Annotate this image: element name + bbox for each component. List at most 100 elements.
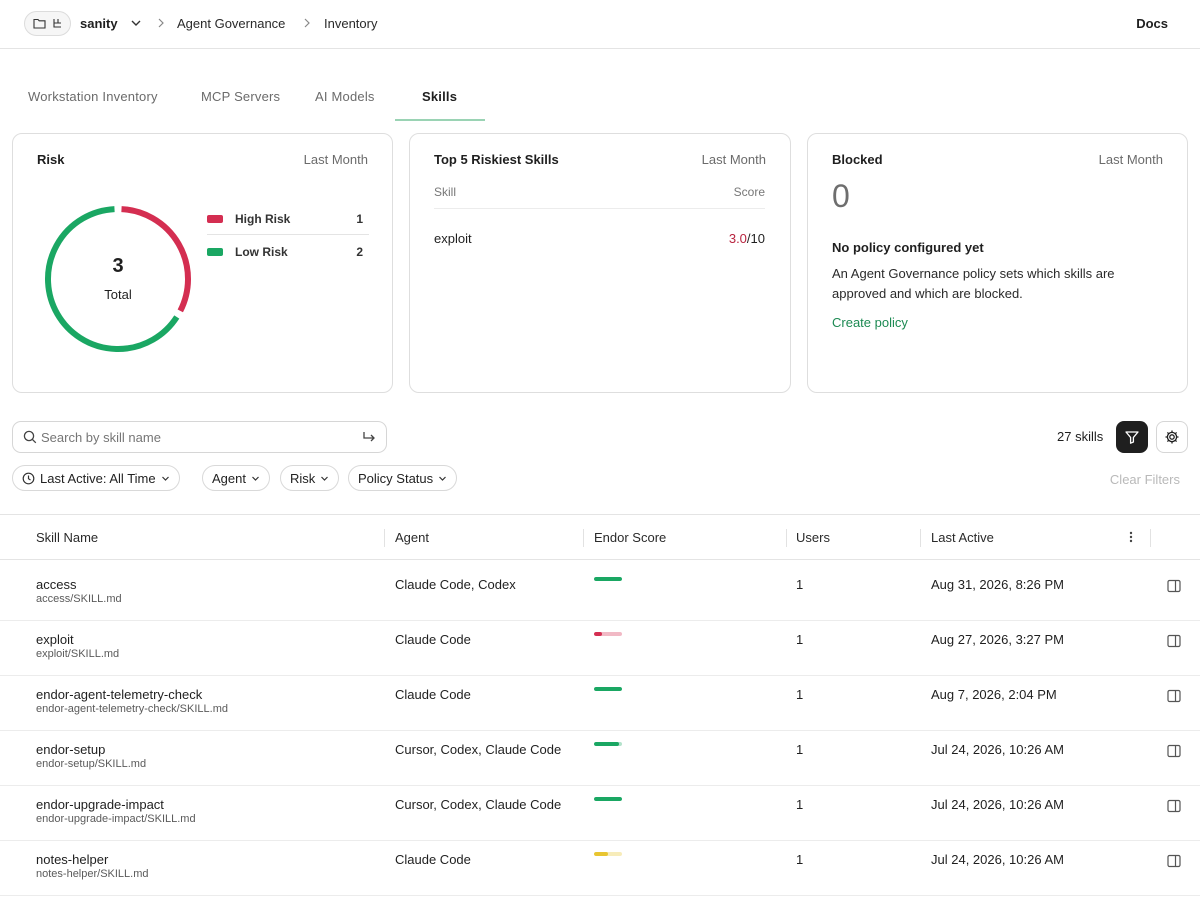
hierarchy-icon bbox=[52, 19, 61, 28]
risk-donut-chart bbox=[45, 206, 191, 352]
empty-state-description: An Agent Governance policy sets which sk… bbox=[832, 266, 1115, 301]
filter-last-active[interactable]: Last Active: All Time bbox=[12, 465, 180, 491]
blocked-count: 0 bbox=[832, 178, 850, 214]
table-row[interactable]: endor-agent-telemetry-check endor-agent-… bbox=[0, 676, 1200, 731]
table-row[interactable]: endor-upgrade-impact endor-upgrade-impac… bbox=[0, 786, 1200, 841]
column-divider[interactable] bbox=[786, 529, 787, 547]
users-cell: 1 bbox=[796, 577, 804, 592]
col-skill-name[interactable]: Skill Name bbox=[36, 530, 98, 545]
workspace-name[interactable]: sanity bbox=[80, 16, 118, 31]
endor-score-bar bbox=[594, 577, 622, 581]
column-divider[interactable] bbox=[920, 529, 921, 547]
skill-name[interactable]: notes-helper bbox=[36, 852, 108, 867]
agent-cell: Cursor, Codex, Claude Code bbox=[395, 742, 562, 757]
tab-mcp-servers[interactable]: MCP Servers bbox=[201, 89, 280, 104]
skill-path: endor-agent-telemetry-check/SKILL.md bbox=[36, 703, 228, 715]
legend-label: Low Risk bbox=[235, 245, 288, 259]
card-title: Top 5 Riskiest Skills bbox=[434, 152, 559, 167]
column-divider[interactable] bbox=[384, 529, 385, 547]
skill-path: notes-helper/SKILL.md bbox=[36, 868, 149, 880]
card-period: Last Month bbox=[303, 152, 368, 167]
table-row[interactable]: exploit exploit/SKILL.md Claude Code 1 A… bbox=[0, 621, 1200, 676]
settings-button[interactable] bbox=[1156, 421, 1188, 453]
breadcrumb-inventory[interactable]: Inventory bbox=[324, 16, 377, 31]
col-users[interactable]: Users bbox=[796, 530, 830, 545]
skill-path: access/SKILL.md bbox=[36, 593, 122, 605]
last-active-cell: Aug 7, 2026, 2:04 PM bbox=[931, 687, 1057, 702]
col-endor-score[interactable]: Endor Score bbox=[594, 530, 666, 545]
chevron-right-icon bbox=[158, 18, 164, 28]
top5-header: Skill Score bbox=[434, 185, 765, 209]
column-menu-icon[interactable] bbox=[1124, 530, 1138, 544]
agent-cell: Cursor, Codex, Claude Code bbox=[395, 797, 562, 812]
enter-icon[interactable] bbox=[362, 430, 376, 444]
side-panel-icon[interactable] bbox=[1167, 744, 1181, 758]
donut-segment-low-risk[interactable] bbox=[45, 206, 180, 352]
endor-score-bar bbox=[594, 797, 622, 801]
clear-filters-button[interactable]: Clear Filters bbox=[1110, 472, 1180, 487]
endor-score-bar bbox=[594, 852, 622, 856]
filter-button[interactable] bbox=[1116, 421, 1148, 453]
top5-row[interactable]: exploit 3.0/10 bbox=[434, 231, 765, 246]
legend-low-risk[interactable]: Low Risk 2 bbox=[207, 236, 369, 268]
filter-agent[interactable]: Agent bbox=[202, 465, 270, 491]
filter-risk[interactable]: Risk bbox=[280, 465, 340, 491]
risk-total-value: 3 bbox=[112, 255, 124, 277]
legend-high-risk[interactable]: High Risk 1 bbox=[207, 203, 369, 235]
breadcrumb-agent-governance[interactable]: Agent Governance bbox=[177, 16, 285, 31]
top5-skill-name: exploit bbox=[434, 231, 472, 246]
tab-ai-models[interactable]: AI Models bbox=[315, 89, 375, 104]
chevron-down-icon bbox=[439, 476, 447, 481]
score-bar-fill bbox=[594, 687, 622, 691]
docs-link[interactable]: Docs bbox=[1136, 16, 1168, 31]
side-panel-icon[interactable] bbox=[1167, 689, 1181, 703]
table-row[interactable]: endor-setup endor-setup/SKILL.md Cursor,… bbox=[0, 731, 1200, 786]
tab-skills[interactable]: Skills bbox=[422, 89, 457, 104]
table-header: Skill Name Agent Endor Score Users Last … bbox=[0, 514, 1200, 560]
filter-label: Agent bbox=[212, 470, 246, 486]
skill-name[interactable]: endor-upgrade-impact bbox=[36, 797, 164, 812]
chevron-down-icon bbox=[321, 476, 329, 481]
skill-name[interactable]: access bbox=[36, 577, 76, 592]
skill-name[interactable]: exploit bbox=[36, 632, 74, 647]
table-row[interactable]: notes-helper notes-helper/SKILL.md Claud… bbox=[0, 841, 1200, 896]
side-panel-icon[interactable] bbox=[1167, 854, 1181, 868]
score-bar-fill bbox=[594, 742, 620, 746]
legend-swatch bbox=[207, 214, 223, 223]
agent-cell: Claude Code bbox=[395, 632, 471, 647]
filter-icon bbox=[1125, 431, 1139, 444]
last-active-cell: Jul 24, 2026, 10:26 AM bbox=[931, 797, 1064, 812]
score-max: /10 bbox=[746, 231, 765, 246]
workspace-switcher[interactable] bbox=[24, 11, 71, 36]
col-agent[interactable]: Agent bbox=[395, 530, 429, 545]
skill-name[interactable]: endor-setup bbox=[36, 742, 105, 757]
active-tab-indicator bbox=[395, 119, 485, 121]
users-cell: 1 bbox=[796, 687, 804, 702]
side-panel-icon[interactable] bbox=[1167, 579, 1181, 593]
col-last-active[interactable]: Last Active bbox=[931, 530, 994, 545]
score-bar-fill bbox=[594, 632, 603, 636]
card-period: Last Month bbox=[1098, 152, 1163, 167]
skills-count: 27 skills bbox=[1057, 429, 1104, 444]
risk-card: Risk Last Month 3 Total High Risk 1 Low … bbox=[12, 133, 393, 393]
filter-policy-status[interactable]: Policy Status bbox=[348, 465, 458, 491]
agent-cell: Claude Code bbox=[395, 687, 471, 702]
search-box bbox=[12, 421, 387, 453]
side-panel-icon[interactable] bbox=[1167, 634, 1181, 648]
column-divider[interactable] bbox=[583, 529, 584, 547]
side-panel-icon[interactable] bbox=[1167, 799, 1181, 813]
chevron-down-icon[interactable] bbox=[130, 16, 142, 30]
table-row[interactable]: access access/SKILL.md Claude Code, Code… bbox=[0, 566, 1200, 621]
tab-workstation-inventory[interactable]: Workstation Inventory bbox=[28, 89, 158, 104]
create-policy-link[interactable]: Create policy bbox=[832, 315, 908, 330]
score-value: 3.0 bbox=[728, 231, 747, 246]
folder-icon bbox=[32, 18, 46, 29]
top5-riskiest-card: Top 5 Riskiest Skills Last Month Skill S… bbox=[409, 133, 791, 393]
clock-icon bbox=[22, 472, 35, 484]
users-cell: 1 bbox=[796, 742, 804, 757]
skill-name[interactable]: endor-agent-telemetry-check bbox=[36, 687, 202, 702]
score-bar-fill bbox=[594, 797, 622, 801]
chevron-right-icon bbox=[304, 18, 310, 28]
search-input[interactable] bbox=[41, 428, 351, 446]
chevron-down-icon bbox=[161, 476, 169, 481]
